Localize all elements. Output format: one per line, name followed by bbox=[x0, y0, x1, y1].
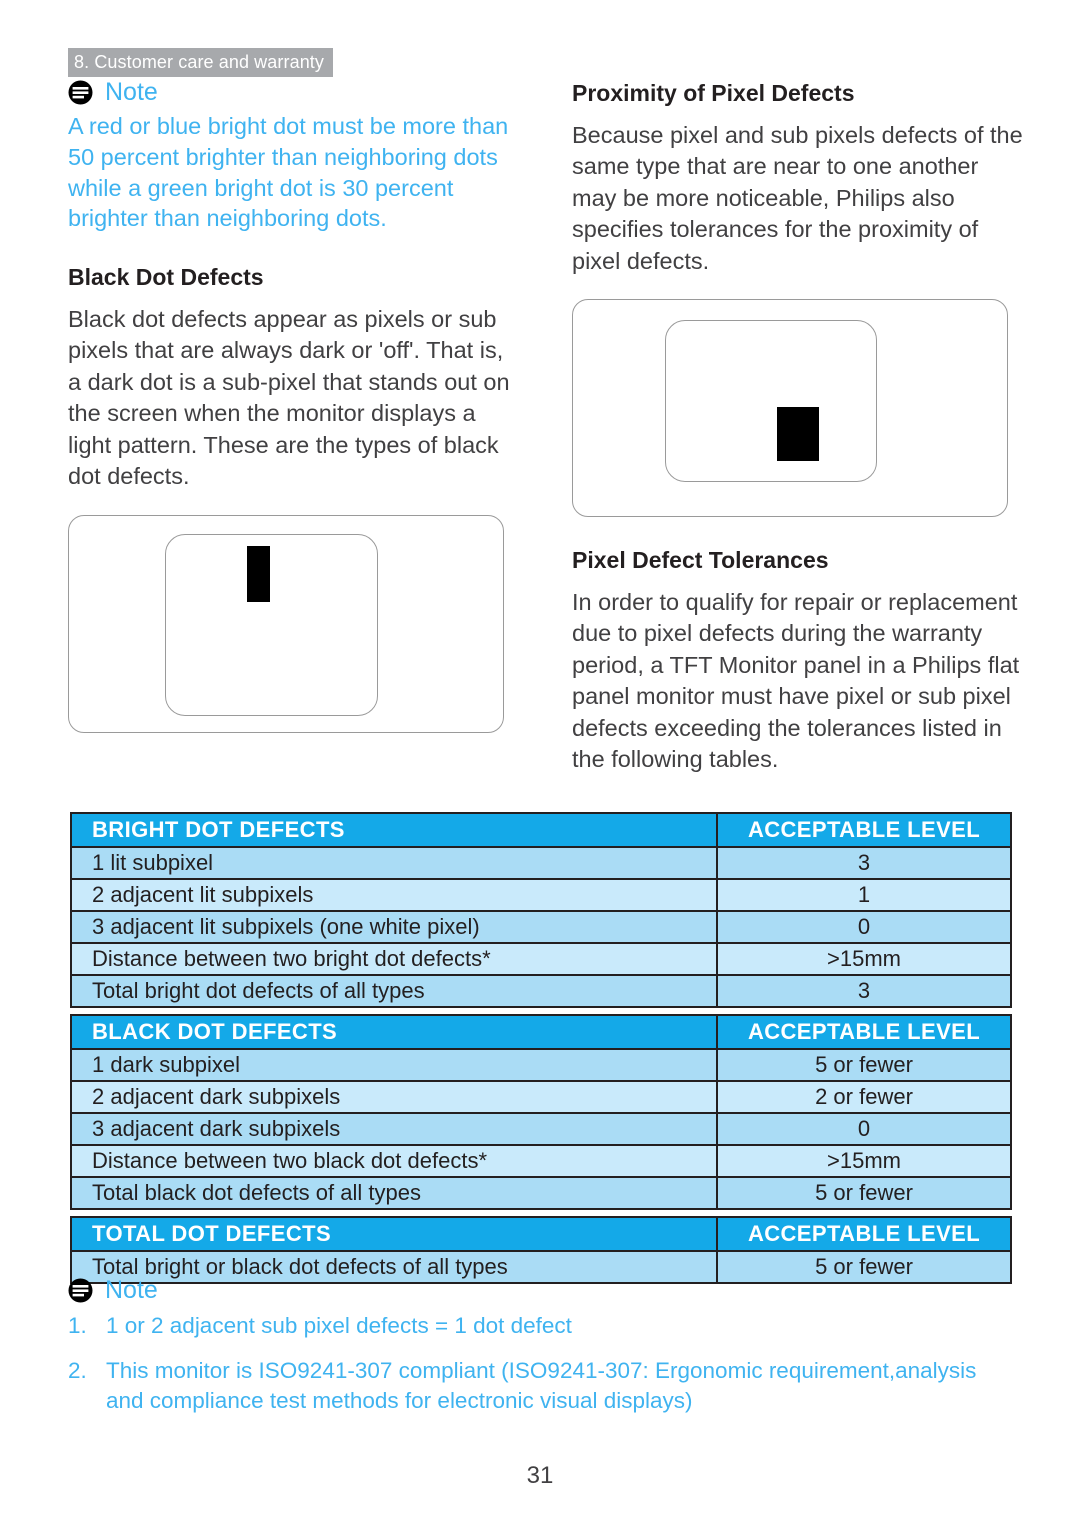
cell-value: 0 bbox=[716, 910, 1012, 944]
table-row: 3 adjacent dark subpixels 0 bbox=[70, 1112, 1012, 1146]
note-text-left: A red or blue bright dot must be more th… bbox=[68, 113, 509, 232]
cell-value: 3 bbox=[716, 846, 1012, 880]
table-total-dot-defects: TOTAL DOT DEFECTS ACCEPTABLE LEVEL Total… bbox=[70, 1216, 1012, 1284]
cell-value: 1 bbox=[716, 878, 1012, 912]
column-header-category: TOTAL DOT DEFECTS bbox=[70, 1216, 718, 1252]
table-row: Total bright dot defects of all types 3 bbox=[70, 974, 1012, 1008]
list-item: 1. 1 or 2 adjacent sub pixel defects = 1… bbox=[68, 1311, 1013, 1342]
table-row: Distance between two bright dot defects*… bbox=[70, 942, 1012, 976]
table-row: 1 dark subpixel 5 or fewer bbox=[70, 1048, 1012, 1082]
cell-value: 2 or fewer bbox=[716, 1080, 1012, 1114]
black-subpixel-defect-mark bbox=[247, 545, 270, 602]
cell-category: 1 lit subpixel bbox=[70, 846, 718, 880]
column-header-acceptable-level: ACCEPTABLE LEVEL bbox=[716, 1216, 1012, 1252]
cell-category: 3 adjacent lit subpixels (one white pixe… bbox=[70, 910, 718, 944]
paragraph-proximity-of-pixel-defects: Because pixel and sub pixels defects of … bbox=[572, 121, 1023, 274]
list-item-text: 1 or 2 adjacent sub pixel defects = 1 do… bbox=[106, 1313, 572, 1338]
note-header-bottom: Note bbox=[68, 1278, 1013, 1303]
table-row: 2 adjacent dark subpixels 2 or fewer bbox=[70, 1080, 1012, 1114]
left-column: Note A red or blue bright dot must be mo… bbox=[68, 80, 520, 733]
bottom-note-block: Note 1. 1 or 2 adjacent sub pixel defect… bbox=[68, 1278, 1013, 1417]
cell-value: 0 bbox=[716, 1112, 1012, 1146]
paragraph-pixel-defect-tolerances: In order to qualify for repair or replac… bbox=[572, 588, 1020, 773]
page-number: 31 bbox=[526, 1462, 554, 1489]
document-page: 8. Customer care and warranty Note A red… bbox=[0, 0, 1080, 1532]
cell-category: Distance between two bright dot defects* bbox=[70, 942, 718, 976]
cell-value: >15mm bbox=[716, 1144, 1012, 1178]
cell-category: Total black dot defects of all types bbox=[70, 1176, 718, 1210]
column-header-acceptable-level: ACCEPTABLE LEVEL bbox=[716, 812, 1012, 848]
list-item-text: This monitor is ISO9241-307 compliant (I… bbox=[106, 1357, 977, 1414]
pixel-defect-mark bbox=[777, 407, 819, 462]
list-item-number: 2. bbox=[68, 1357, 87, 1383]
table-row: Total black dot defects of all types 5 o… bbox=[70, 1176, 1012, 1210]
pixel-defect-tolerance-tables: BRIGHT DOT DEFECTS ACCEPTABLE LEVEL 1 li… bbox=[70, 812, 1012, 1284]
cell-category: 2 adjacent lit subpixels bbox=[70, 878, 718, 912]
table-header-row: BRIGHT DOT DEFECTS ACCEPTABLE LEVEL bbox=[70, 812, 1012, 848]
paragraph-black-dot-defects: Black dot defects appear as pixels or su… bbox=[68, 305, 510, 490]
table-header-row: TOTAL DOT DEFECTS ACCEPTABLE LEVEL bbox=[70, 1216, 1012, 1252]
cell-category: 2 adjacent dark subpixels bbox=[70, 1080, 718, 1114]
cell-value: 5 or fewer bbox=[716, 1176, 1012, 1210]
cell-category: 3 adjacent dark subpixels bbox=[70, 1112, 718, 1146]
monitor-screen-area bbox=[665, 320, 877, 483]
note-icon bbox=[68, 80, 93, 105]
column-header-category: BRIGHT DOT DEFECTS bbox=[70, 812, 718, 848]
table-row: 1 lit subpixel 3 bbox=[70, 846, 1012, 880]
running-header: 8. Customer care and warranty bbox=[68, 48, 334, 77]
table-row: Distance between two black dot defects* … bbox=[70, 1144, 1012, 1178]
column-header-acceptable-level: ACCEPTABLE LEVEL bbox=[716, 1014, 1012, 1050]
note-label: Note bbox=[105, 1276, 158, 1304]
cell-category: Total bright dot defects of all types bbox=[70, 974, 718, 1008]
monitor-screen-area bbox=[165, 533, 378, 716]
table-header-row: BLACK DOT DEFECTS ACCEPTABLE LEVEL bbox=[70, 1014, 1012, 1050]
cell-value: 5 or fewer bbox=[716, 1048, 1012, 1082]
table-bright-dot-defects: BRIGHT DOT DEFECTS ACCEPTABLE LEVEL 1 li… bbox=[70, 812, 1012, 1008]
cell-category: Distance between two black dot defects* bbox=[70, 1144, 718, 1178]
heading-black-dot-defects: Black Dot Defects bbox=[68, 264, 264, 291]
table-row: 2 adjacent lit subpixels 1 bbox=[70, 878, 1012, 912]
right-column: Proximity of Pixel Defects Because pixel… bbox=[572, 80, 1024, 776]
list-item-number: 1. bbox=[68, 1313, 87, 1338]
note-list: 1. 1 or 2 adjacent sub pixel defects = 1… bbox=[68, 1311, 1013, 1417]
black-dot-defect-diagram bbox=[68, 514, 504, 733]
table-row: 3 adjacent lit subpixels (one white pixe… bbox=[70, 910, 1012, 944]
cell-value: >15mm bbox=[716, 942, 1012, 976]
list-item: 2. This monitor is ISO9241-307 compliant… bbox=[68, 1356, 1013, 1417]
column-header-category: BLACK DOT DEFECTS bbox=[70, 1014, 718, 1050]
heading-proximity-of-pixel-defects: Proximity of Pixel Defects bbox=[572, 80, 855, 106]
table-black-dot-defects: BLACK DOT DEFECTS ACCEPTABLE LEVEL 1 dar… bbox=[70, 1014, 1012, 1210]
cell-value: 3 bbox=[716, 974, 1012, 1008]
note-label: Note bbox=[105, 78, 158, 106]
note-icon bbox=[68, 1278, 93, 1303]
heading-pixel-defect-tolerances: Pixel Defect Tolerances bbox=[572, 547, 829, 574]
cell-category: 1 dark subpixel bbox=[70, 1048, 718, 1082]
proximity-defect-diagram bbox=[572, 299, 1008, 518]
note-header-left: Note bbox=[68, 80, 520, 105]
